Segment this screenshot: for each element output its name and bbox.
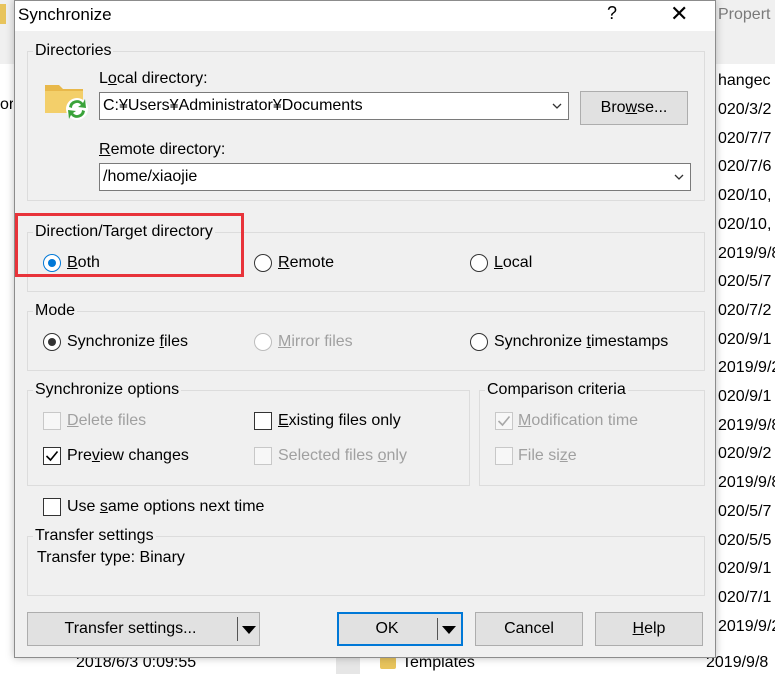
folder-icon [380,657,396,669]
properties-tab[interactable]: Propert [718,6,770,24]
list-item-date: 2019/9/8 [718,244,775,262]
direction-remote-radio[interactable] [254,254,272,272]
list-item-date: 020/9/1 [718,560,772,578]
changed-column-header[interactable]: hangec [718,72,771,90]
cancel-button-label: Cancel [504,620,554,637]
list-item-date: 2019/9/2 [718,617,775,635]
list-item-date: 020/9/1 [718,388,772,405]
list-item-date: 020/3/2 [718,101,772,118]
synchronize-options-group [27,390,470,486]
close-button[interactable]: ✕ [670,1,688,27]
chevron-down-icon[interactable] [674,172,684,182]
list-item-date: 2019/9/8 [718,474,775,492]
list-item-date: 020/9/1 [718,330,772,348]
list-item-date: 020/7/2 [718,301,772,319]
mode-mirror-files-label[interactable]: Mirror files [278,333,353,351]
modification-time-checkbox[interactable] [495,412,513,430]
mode-synchronize-timestamps-radio[interactable] [470,333,488,351]
dropdown-arrow-icon[interactable] [242,626,256,634]
direction-local-radio[interactable] [470,254,488,272]
split-divider [437,618,438,640]
file-size-checkbox[interactable] [495,447,513,465]
remote-directory-value: /home/xiaojie [103,168,198,185]
use-same-options-label[interactable]: Use same options next time [67,498,264,516]
preview-changes-label[interactable]: Preview changes [67,447,189,465]
transfer-settings-button-label: Transfer settings... [64,620,197,637]
title-bar: Synchronize ? ✕ [15,1,715,31]
list-item-date: 020/5/5 [718,531,772,549]
selected-files-only-label[interactable]: Selected files only [278,447,407,465]
synchronize-options-group-label: Synchronize options [33,381,182,399]
comparison-criteria-group [479,390,705,486]
synchronize-dialog: Synchronize ? ✕ Directories Local direct… [14,0,716,658]
list-item-date: 020/9/2 [718,445,772,463]
folder-icon [0,4,6,24]
existing-files-only-label[interactable]: Existing files only [278,412,401,430]
directories-group-label: Directories [33,42,114,60]
browse-button[interactable]: Browse... [580,91,688,125]
chevron-down-icon[interactable] [552,101,562,111]
use-same-options-checkbox[interactable] [43,498,61,516]
mode-group-label: Mode [33,302,78,320]
modification-time-label[interactable]: Modification time [518,412,638,430]
existing-files-only-checkbox[interactable] [254,412,272,430]
help-button[interactable]: Help [595,612,703,646]
list-item-date: 020/10, [718,215,772,233]
local-directory-label: Local directory: [99,70,208,87]
ok-button[interactable]: OK [337,612,463,646]
delete-files-checkbox[interactable] [43,412,61,430]
direction-local-label[interactable]: Local [494,254,532,272]
list-item-date: 020/7/6 [718,158,772,176]
mode-synchronize-timestamps-label[interactable]: Synchronize timestamps [494,333,668,351]
list-item-date: 020/5/7 [718,273,772,291]
ok-button-label: OK [375,620,399,637]
highlight-annotation [15,213,244,277]
preview-changes-checkbox[interactable] [43,447,61,465]
list-item-date: 2019/9/2 [718,359,775,377]
mode-synchronize-files-label[interactable]: Synchronize files [67,333,188,351]
mode-mirror-files-radio[interactable] [254,333,272,351]
checkmark-icon [497,415,511,427]
local-directory-combo[interactable]: C:¥Users¥Administrator¥Documents [99,92,569,120]
list-item-date: 020/7/7 [718,129,772,147]
transfer-type-text: Transfer type: Binary [37,549,185,566]
dropdown-arrow-icon[interactable] [442,626,456,634]
dialog-title: Synchronize [18,5,112,24]
split-divider [237,617,238,641]
delete-files-label[interactable]: Delete files [67,412,146,430]
background-left-text: or [0,96,13,113]
selected-files-only-checkbox[interactable] [254,447,272,465]
local-directory-value: C:¥Users¥Administrator¥Documents [103,97,363,114]
transfer-settings-group-label: Transfer settings [33,527,156,545]
list-item-date: 2019/9/8 [718,416,775,434]
help-title-button[interactable]: ? [607,3,617,24]
remote-directory-combo[interactable]: /home/xiaojie [99,163,691,191]
mode-synchronize-files-radio[interactable] [43,333,61,351]
list-item-date: 020/7/1 [718,588,772,606]
direction-remote-label[interactable]: Remote [278,254,334,272]
list-item-date: 020/5/7 [718,502,772,520]
cancel-button[interactable]: Cancel [475,612,583,646]
comparison-criteria-group-label: Comparison criteria [485,381,628,399]
folder-sync-icon [45,85,88,120]
checkmark-icon [45,450,59,462]
file-size-label[interactable]: File size [518,447,577,465]
remote-directory-label: Remote directory: [99,141,226,158]
transfer-settings-button[interactable]: Transfer settings... [27,612,260,646]
list-item-date: 020/10, [718,187,772,205]
